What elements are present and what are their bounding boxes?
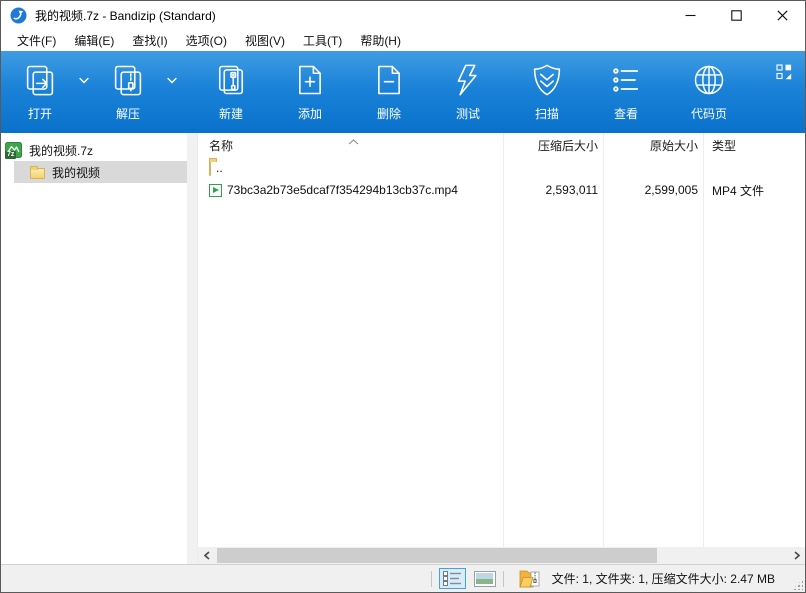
tree-item-label: 我的视频 (52, 164, 100, 181)
test-archive-icon (450, 60, 486, 100)
column-header-type[interactable]: 类型 (703, 133, 805, 157)
scan-virus-label: 扫描 (535, 105, 559, 122)
codepage-icon (691, 60, 727, 100)
original-size (603, 157, 703, 179)
status-summary: 文件: 1, 文件夹: 1, 压缩文件大小: 2.47 MB (552, 570, 775, 587)
view-file-button[interactable]: 查看 (594, 58, 658, 126)
toolbar: 打开 解压 (1, 51, 805, 133)
list-row-parent-dir[interactable]: .. (198, 157, 805, 179)
archive-7z-badge: 7z (5, 151, 16, 159)
statusbar-divider (503, 571, 504, 587)
delete-files-label: 删除 (377, 105, 401, 122)
tree-scrollbar[interactable] (187, 133, 197, 564)
title-bar: 我的视频.7z - Bandizip (Standard) (1, 1, 805, 30)
bandizip-logo-icon (10, 7, 27, 24)
column-divider (603, 133, 604, 547)
sort-ascending-icon (348, 134, 359, 148)
packed-size (503, 157, 603, 179)
scroll-right-icon[interactable] (788, 547, 805, 564)
extract-label: 解压 (116, 105, 140, 122)
customize-toolbar-icon[interactable] (776, 64, 792, 80)
new-archive-icon (213, 60, 249, 100)
new-archive-button[interactable]: 新建 (199, 58, 263, 126)
scan-virus-button[interactable]: 扫描 (515, 58, 579, 126)
extract-icon (110, 60, 146, 100)
resize-grip[interactable] (792, 579, 803, 590)
menu-edit[interactable]: 编辑(E) (65, 30, 123, 51)
tree-item-label: 我的视频.7z (29, 142, 93, 159)
scan-virus-icon (529, 60, 565, 100)
open-button[interactable]: 打开 (8, 58, 72, 126)
menu-tools[interactable]: 工具(T) (294, 30, 351, 51)
file-name: .. (216, 161, 223, 175)
test-archive-button[interactable]: 测试 (436, 58, 500, 126)
tree-item-folder[interactable]: 我的视频 (14, 161, 188, 183)
column-header-original-size[interactable]: 原始大小 (603, 133, 703, 157)
window-controls (667, 1, 805, 30)
add-files-button[interactable]: 添加 (278, 58, 342, 126)
open-dropdown-chevron-icon[interactable] (72, 58, 96, 102)
scroll-left-icon[interactable] (198, 547, 215, 564)
tree-item-archive[interactable]: 7z 我的视频.7z (1, 139, 188, 161)
maximize-button[interactable] (713, 1, 759, 30)
menu-view[interactable]: 视图(V) (236, 30, 294, 51)
original-size: 2,599,005 (603, 179, 703, 201)
menu-find[interactable]: 查找(I) (123, 30, 176, 51)
column-header-packed-size[interactable]: 压缩后大小 (503, 133, 603, 157)
new-archive-label: 新建 (219, 105, 243, 122)
main-area: 7z 我的视频.7z 我的视频 名称 压缩后大小 (1, 133, 805, 564)
window-title: 我的视频.7z - Bandizip (Standard) (35, 7, 216, 24)
open-label: 打开 (28, 105, 52, 122)
archive-tree-panel: 7z 我的视频.7z 我的视频 (1, 133, 197, 564)
list-row-mp4-file[interactable]: 73bc3a2b73e5dcaf7f354294b13cb37c.mp4 2,5… (198, 179, 805, 201)
file-type (703, 157, 805, 179)
details-view-icon[interactable] (439, 568, 466, 589)
menu-options[interactable]: 选项(O) (177, 30, 236, 51)
view-file-icon (608, 60, 644, 100)
delete-files-button[interactable]: 删除 (357, 58, 421, 126)
menu-bar: 文件(F) 编辑(E) 查找(I) 选项(O) 视图(V) 工具(T) 帮助(H… (1, 30, 805, 51)
open-archive-icon (22, 60, 58, 100)
statusbar-divider (431, 571, 432, 587)
delete-files-icon (371, 60, 407, 100)
folder-icon (30, 165, 45, 179)
status-bar: 文件: 1, 文件夹: 1, 压缩文件大小: 2.47 MB (1, 564, 805, 592)
add-files-icon (292, 60, 328, 100)
media-file-icon (209, 184, 222, 197)
bandizip-window: 我的视频.7z - Bandizip (Standard) 文件(F) 编辑(E… (0, 0, 806, 593)
extract-dropdown-chevron-icon[interactable] (160, 58, 184, 102)
add-files-label: 添加 (298, 105, 322, 122)
open-archive-folder-icon (519, 569, 541, 588)
horizontal-scrollbar[interactable] (198, 547, 805, 564)
codepage-label: 代码页 (691, 105, 727, 122)
folder-icon (209, 161, 211, 175)
codepage-button[interactable]: 代码页 (673, 58, 745, 126)
archive-7z-icon: 7z (5, 142, 22, 158)
menu-file[interactable]: 文件(F) (8, 30, 65, 51)
view-file-label: 查看 (614, 105, 638, 122)
close-button[interactable] (759, 1, 805, 30)
minimize-button[interactable] (667, 1, 713, 30)
file-name: 73bc3a2b73e5dcaf7f354294b13cb37c.mp4 (227, 183, 458, 197)
list-header: 名称 压缩后大小 原始大小 类型 (198, 133, 805, 157)
extract-button[interactable]: 解压 (96, 58, 160, 126)
scrollbar-thumb[interactable] (217, 548, 657, 563)
column-divider (703, 133, 704, 547)
thumbnail-view-icon[interactable] (474, 571, 496, 587)
test-archive-label: 测试 (456, 105, 480, 122)
file-type: MP4 文件 (703, 179, 805, 201)
packed-size: 2,593,011 (503, 179, 603, 201)
file-list-panel: 名称 压缩后大小 原始大小 类型 .. 73bc3a2b73e5dcaf7f35… (197, 133, 805, 564)
column-divider (503, 133, 504, 547)
menu-help[interactable]: 帮助(H) (351, 30, 410, 51)
